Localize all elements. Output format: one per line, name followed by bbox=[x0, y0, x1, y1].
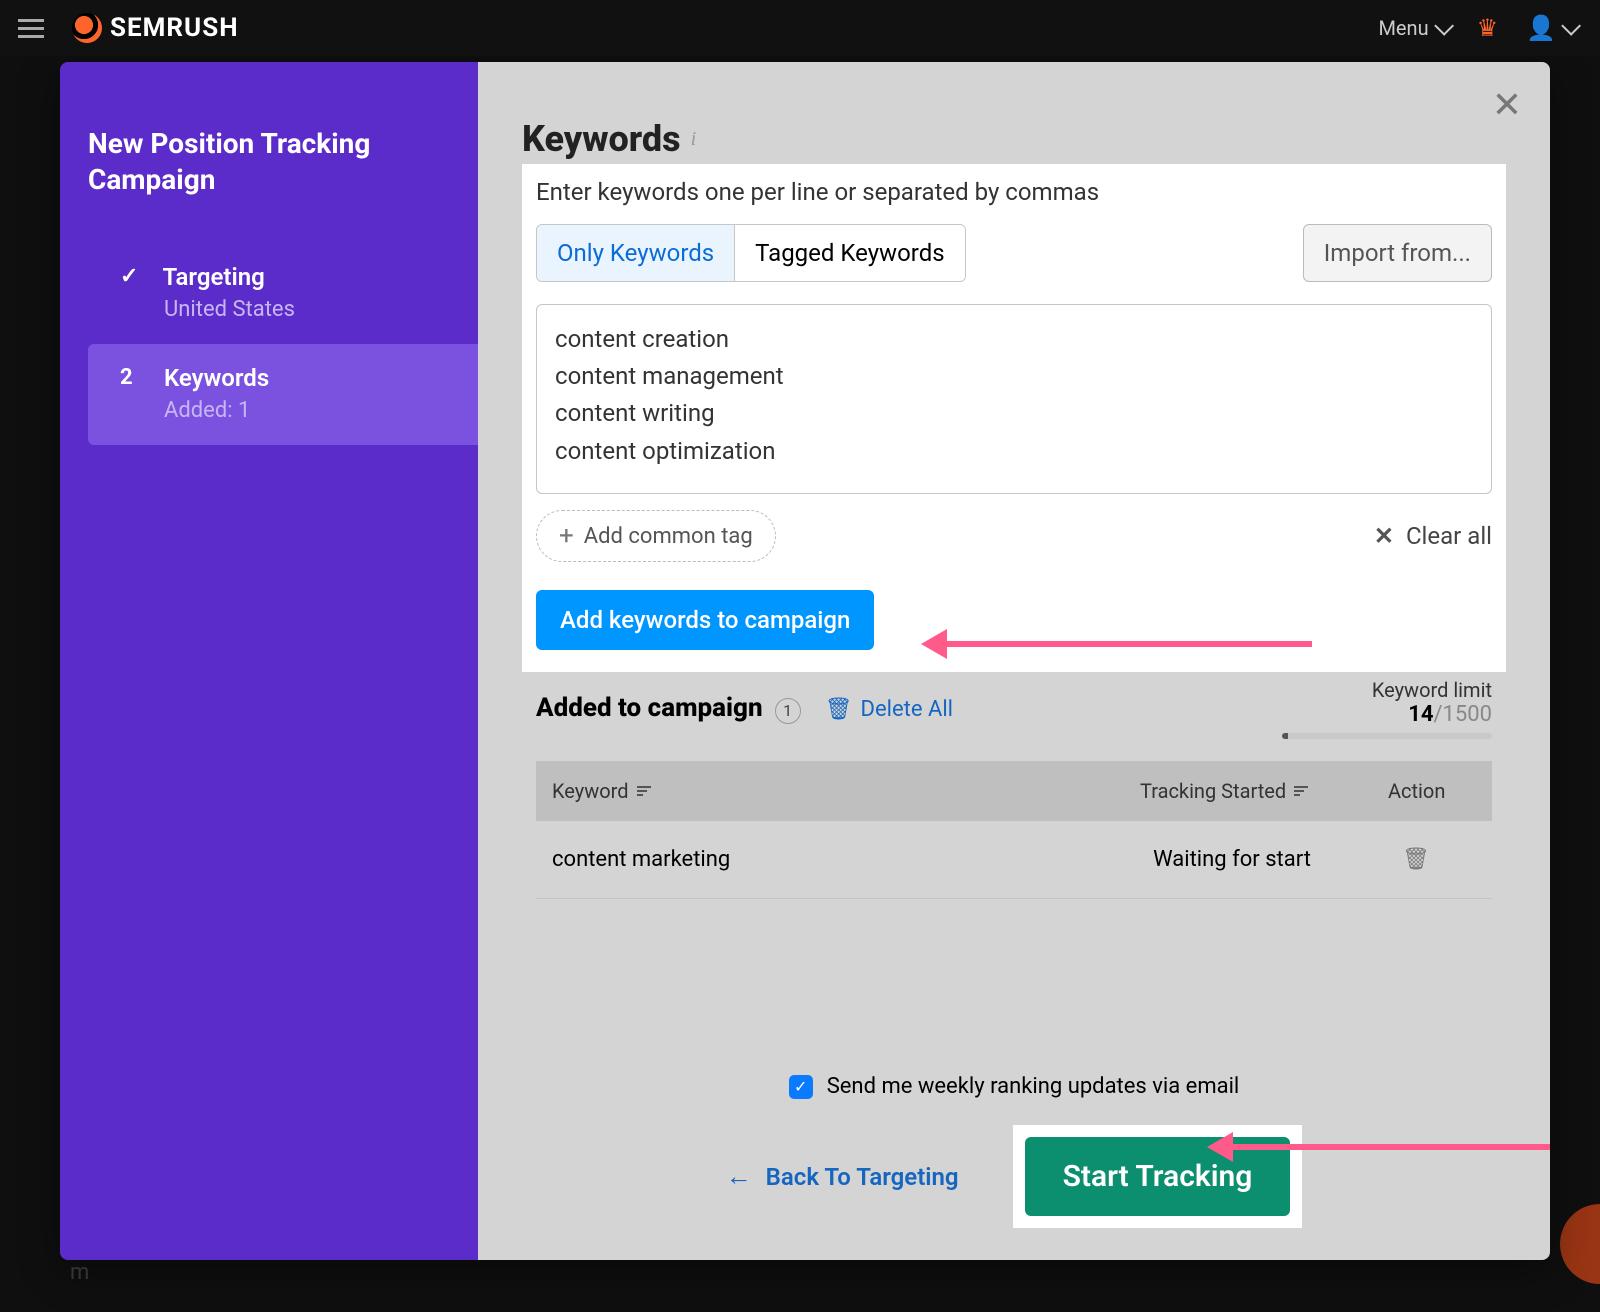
wizard-step-targeting[interactable]: ✓ Targeting United States bbox=[88, 243, 478, 344]
info-icon[interactable]: i bbox=[691, 128, 697, 151]
import-from-button[interactable]: Import from... bbox=[1303, 224, 1492, 282]
trash-icon: 🗑 bbox=[1402, 847, 1430, 872]
add-common-tag-button[interactable]: + Add common tag bbox=[536, 510, 776, 562]
close-icon[interactable]: ✕ bbox=[1492, 84, 1522, 126]
check-icon: ✓ bbox=[120, 264, 138, 289]
brand-logo[interactable]: SEMRUSH bbox=[72, 13, 239, 43]
sort-icon bbox=[1294, 786, 1308, 796]
brand-logo-icon bbox=[72, 13, 102, 43]
clear-all-button[interactable]: ✕ Clear all bbox=[1374, 522, 1492, 550]
wizard-step-keywords[interactable]: 2 Keywords Added: 1 bbox=[88, 344, 478, 445]
menu-label: Menu bbox=[1378, 16, 1428, 40]
step-sublabel: United States bbox=[164, 297, 458, 322]
added-keywords-table: Keyword Tracking Started Action content … bbox=[536, 761, 1492, 899]
step-sublabel: Added: 1 bbox=[164, 398, 458, 423]
user-menu[interactable]: 👤 bbox=[1526, 14, 1576, 42]
chevron-down-icon bbox=[1434, 16, 1454, 36]
brand-logo-text: SEMRUSH bbox=[110, 13, 239, 43]
keyword-mode-toggle: Only Keywords Tagged Keywords bbox=[536, 224, 966, 282]
step-label: Keywords bbox=[164, 364, 269, 392]
chevron-down-icon bbox=[1561, 16, 1581, 36]
back-to-targeting-link[interactable]: ← Back To Targeting bbox=[726, 1161, 959, 1192]
annotation-arrow-icon bbox=[1218, 1144, 1550, 1150]
added-count-badge: 1 bbox=[775, 698, 801, 724]
arrow-left-icon: ← bbox=[726, 1161, 752, 1192]
close-icon: ✕ bbox=[1374, 522, 1394, 550]
menu-dropdown[interactable]: Menu bbox=[1378, 16, 1448, 40]
wizard-title: New Position Tracking Campaign bbox=[88, 126, 478, 199]
trash-icon: 🗑 bbox=[825, 697, 853, 722]
delete-row-button[interactable]: 🗑 bbox=[1356, 847, 1476, 872]
checkbox-checked-icon[interactable]: ✓ bbox=[789, 1075, 813, 1099]
position-tracking-modal: New Position Tracking Campaign ✓ Targeti… bbox=[60, 62, 1550, 1260]
keyword-limit: Keyword limit 14/1500 bbox=[1282, 678, 1492, 739]
keywords-input-card: Enter keywords one per line or separated… bbox=[522, 164, 1506, 672]
wizard-sidebar: New Position Tracking Campaign ✓ Targeti… bbox=[60, 62, 478, 1260]
instruction-text: Enter keywords one per line or separated… bbox=[536, 178, 1492, 206]
annotation-arrow-icon bbox=[932, 641, 1312, 647]
tab-only-keywords[interactable]: Only Keywords bbox=[537, 225, 734, 281]
tab-tagged-keywords[interactable]: Tagged Keywords bbox=[734, 225, 964, 281]
delete-all-button[interactable]: 🗑 Delete All bbox=[825, 697, 953, 722]
sort-icon bbox=[637, 786, 651, 796]
column-keyword[interactable]: Keyword bbox=[536, 761, 1124, 821]
cell-keyword: content marketing bbox=[552, 847, 1108, 872]
weekly-updates-checkbox-row[interactable]: ✓ Send me weekly ranking updates via ema… bbox=[789, 1074, 1240, 1099]
plus-icon: + bbox=[559, 521, 574, 551]
added-to-campaign-section: Added to campaign 1 🗑 Delete All Keyword… bbox=[522, 672, 1506, 899]
step-number: 2 bbox=[120, 365, 140, 390]
keywords-textarea[interactable]: content creation content management cont… bbox=[536, 304, 1492, 494]
column-action: Action bbox=[1372, 761, 1492, 821]
user-icon: 👤 bbox=[1526, 14, 1556, 42]
wizard-footer: ✓ Send me weekly ranking updates via ema… bbox=[478, 1074, 1550, 1228]
top-nav: SEMRUSH Menu ♛ 👤 bbox=[0, 0, 1600, 56]
wizard-main: ✕ Keywords i Enter keywords one per line… bbox=[478, 62, 1550, 1260]
crown-icon[interactable]: ♛ bbox=[1477, 14, 1499, 42]
step-label: Targeting bbox=[162, 263, 264, 291]
table-row: content marketing Waiting for start 🗑 bbox=[536, 821, 1492, 899]
add-keywords-button[interactable]: Add keywords to campaign bbox=[536, 590, 874, 650]
keyword-limit-progress bbox=[1282, 733, 1492, 739]
added-title: Added to campaign bbox=[536, 693, 763, 723]
cell-tracking: Waiting for start bbox=[1108, 847, 1356, 872]
column-tracking-started[interactable]: Tracking Started bbox=[1124, 761, 1372, 821]
start-tracking-highlight: Start Tracking bbox=[1013, 1125, 1303, 1228]
section-heading: Keywords i bbox=[522, 118, 1506, 160]
hamburger-icon[interactable] bbox=[18, 19, 44, 38]
